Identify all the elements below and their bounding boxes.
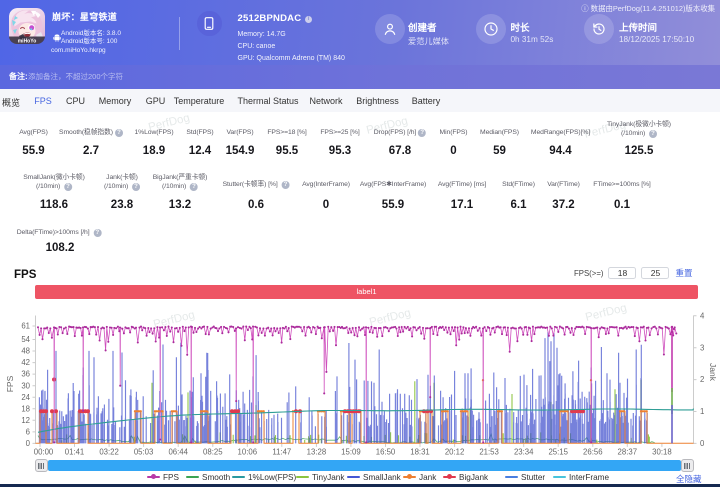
svg-text:13:28: 13:28	[307, 448, 327, 457]
svg-text:00:00: 00:00	[34, 448, 54, 457]
svg-text:10:06: 10:06	[238, 448, 258, 457]
svg-text:11:47: 11:47	[272, 448, 291, 457]
svg-text:1: 1	[700, 407, 704, 416]
svg-text:30: 30	[21, 381, 30, 390]
svg-text:28:37: 28:37	[618, 448, 638, 457]
svg-text:Jank: Jank	[708, 363, 718, 382]
svg-text:36: 36	[21, 370, 30, 379]
svg-text:4: 4	[700, 311, 705, 320]
svg-text:05:03: 05:03	[134, 448, 154, 457]
svg-text:20:12: 20:12	[445, 448, 465, 457]
svg-text:24: 24	[21, 393, 30, 402]
svg-text:0: 0	[26, 439, 31, 448]
svg-text:06:44: 06:44	[168, 448, 188, 457]
svg-text:26:56: 26:56	[583, 448, 603, 457]
svg-text:0: 0	[700, 439, 705, 448]
svg-text:6: 6	[26, 428, 30, 437]
svg-text:FPS: FPS	[5, 375, 15, 392]
svg-text:48: 48	[21, 347, 30, 356]
svg-text:15:09: 15:09	[341, 448, 361, 457]
svg-text:16:50: 16:50	[376, 448, 396, 457]
svg-text:miHoYo: miHoYo	[18, 38, 37, 44]
svg-text:03:22: 03:22	[99, 448, 119, 457]
svg-text:18:31: 18:31	[410, 448, 430, 457]
svg-text:21:53: 21:53	[479, 448, 499, 457]
svg-text:61: 61	[21, 322, 30, 331]
svg-text:12: 12	[21, 416, 30, 425]
svg-text:25:15: 25:15	[548, 448, 568, 457]
svg-text:42: 42	[21, 358, 30, 367]
svg-text:2: 2	[700, 375, 704, 384]
svg-text:30:18: 30:18	[652, 448, 672, 457]
svg-text:01:41: 01:41	[65, 448, 85, 457]
svg-text:18: 18	[21, 404, 30, 413]
svg-text:08:25: 08:25	[203, 448, 223, 457]
svg-text:3: 3	[700, 343, 704, 352]
svg-text:23:34: 23:34	[514, 448, 534, 457]
svg-text:54: 54	[21, 335, 30, 344]
